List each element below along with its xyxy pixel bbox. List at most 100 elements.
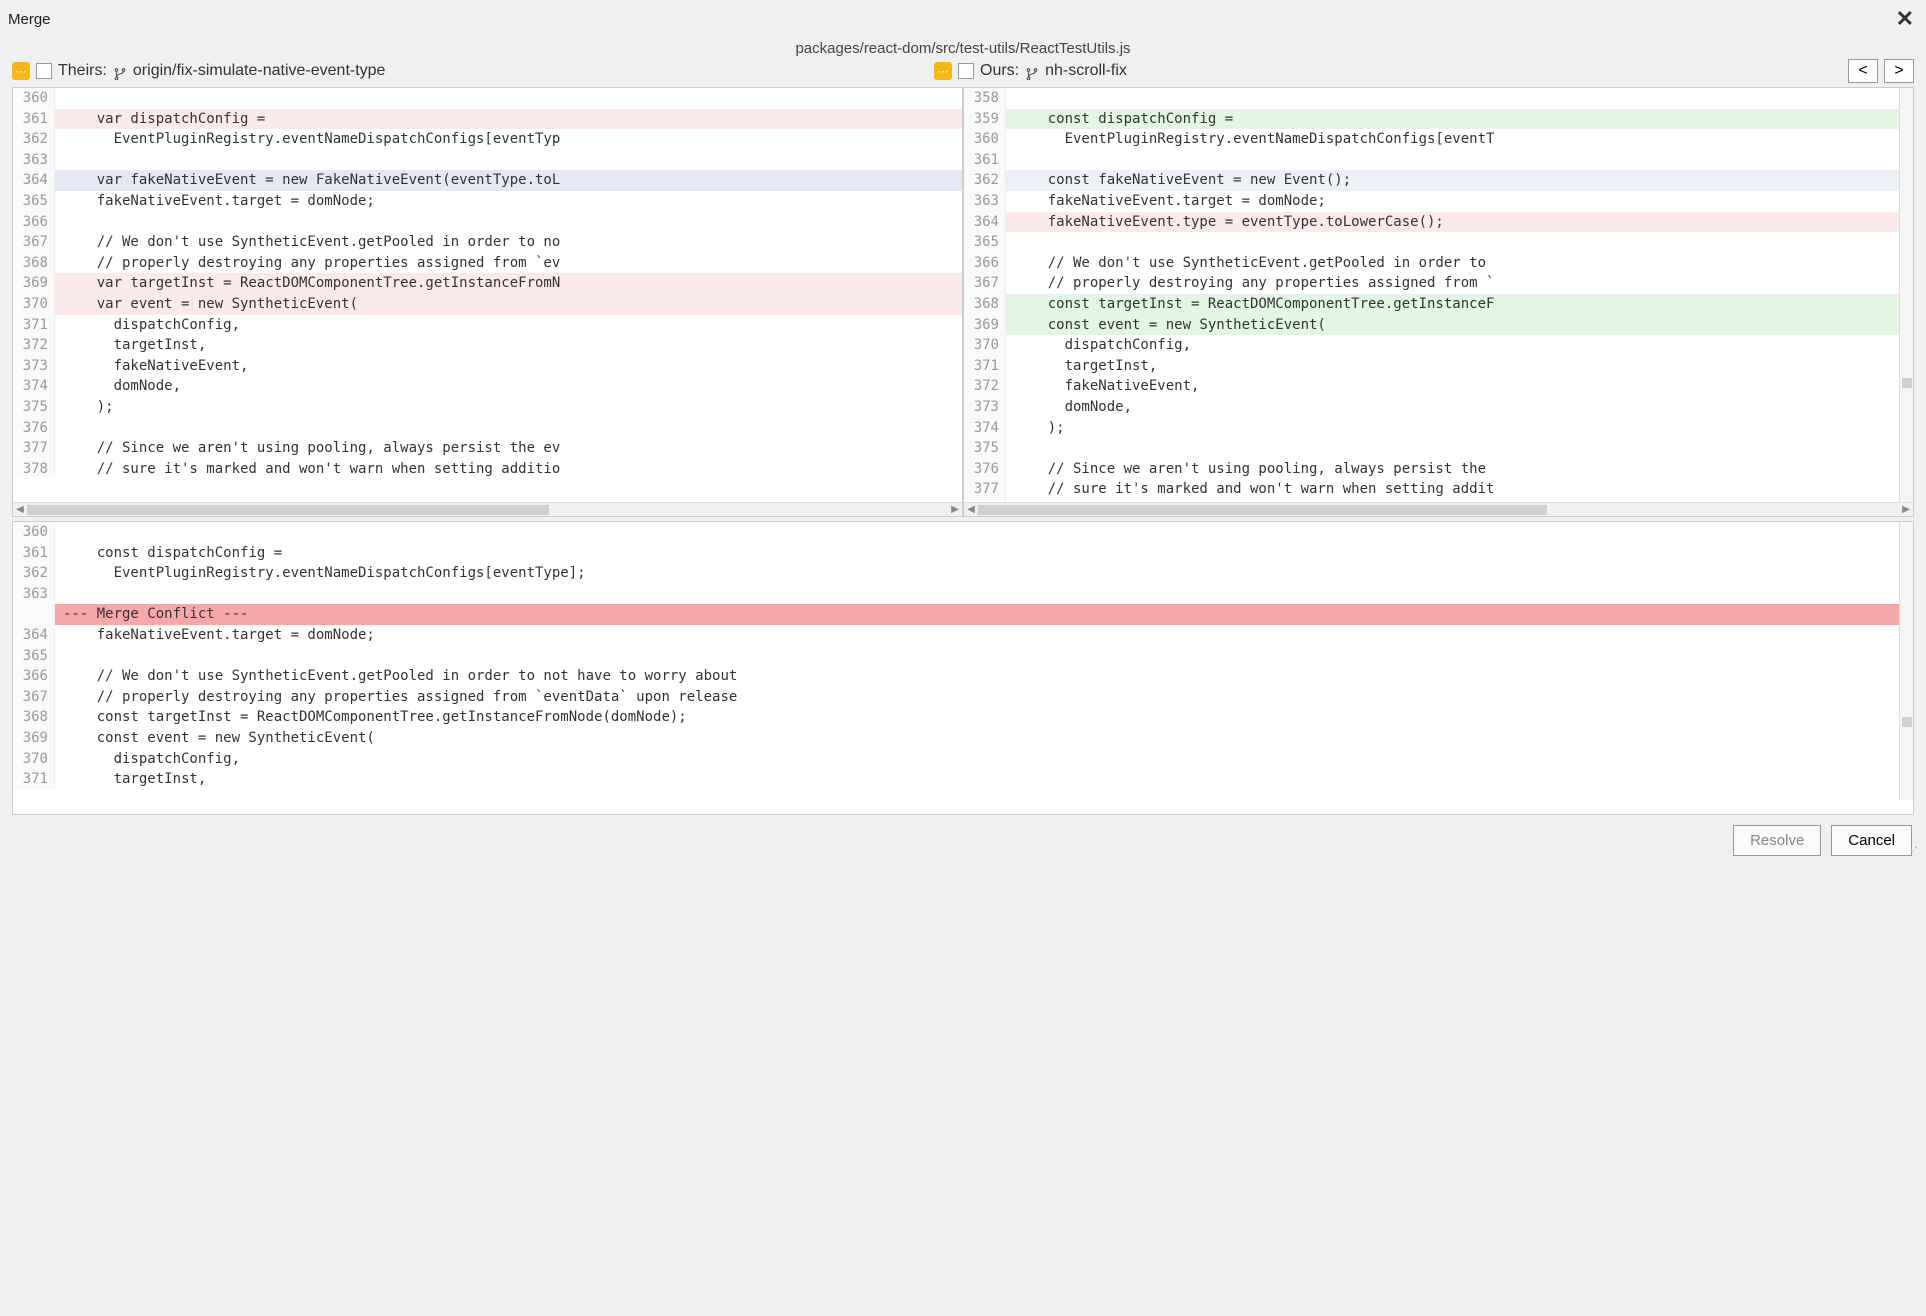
code-line[interactable]: 375 );: [13, 397, 962, 418]
code-line[interactable]: 361 var dispatchConfig =: [13, 109, 962, 130]
code-line[interactable]: 369 const event = new SyntheticEvent(: [13, 728, 1913, 749]
code-line[interactable]: 366: [13, 212, 962, 233]
code-line[interactable]: 368 const targetInst = ReactDOMComponent…: [13, 707, 1913, 728]
line-number: 363: [964, 191, 1006, 212]
code-text: // We don't use SyntheticEvent.getPooled…: [1006, 253, 1913, 274]
code-line[interactable]: 362 EventPluginRegistry.eventNameDispatc…: [13, 563, 1913, 584]
merge-vscrollbar[interactable]: [1899, 522, 1913, 800]
line-number: 370: [13, 294, 55, 315]
code-line[interactable]: 369 const event = new SyntheticEvent(: [964, 315, 1913, 336]
line-number: 358: [964, 88, 1006, 109]
code-line[interactable]: 364 fakeNativeEvent.type = eventType.toL…: [964, 212, 1913, 233]
code-line[interactable]: 371 targetInst,: [964, 356, 1913, 377]
code-line[interactable]: 371 targetInst,: [13, 769, 1913, 790]
scroll-left-icon[interactable]: ◀: [13, 503, 27, 517]
code-line[interactable]: 374 );: [964, 418, 1913, 439]
code-line[interactable]: 368 const targetInst = ReactDOMComponent…: [964, 294, 1913, 315]
cancel-button[interactable]: Cancel: [1831, 825, 1912, 856]
code-line[interactable]: 361: [964, 150, 1913, 171]
code-line[interactable]: 360 EventPluginRegistry.eventNameDispatc…: [964, 129, 1913, 150]
code-line[interactable]: 372 targetInst,: [13, 335, 962, 356]
prev-conflict-button[interactable]: <: [1848, 59, 1878, 83]
code-line[interactable]: 372 fakeNativeEvent,: [964, 376, 1913, 397]
theirs-checkbox[interactable]: [36, 63, 52, 79]
code-text: [55, 150, 962, 171]
line-number: 377: [964, 479, 1006, 500]
line-number: 373: [13, 356, 55, 377]
code-line[interactable]: 368 // properly destroying any propertie…: [13, 253, 962, 274]
line-number: 375: [13, 397, 55, 418]
line-number: 374: [13, 376, 55, 397]
code-line[interactable]: 365: [13, 646, 1913, 667]
code-line[interactable]: 362 const fakeNativeEvent = new Event();: [964, 170, 1913, 191]
code-line[interactable]: 363 fakeNativeEvent.target = domNode;: [964, 191, 1913, 212]
code-line[interactable]: 358: [964, 88, 1913, 109]
line-number: 367: [13, 232, 55, 253]
code-line[interactable]: 376: [13, 418, 962, 439]
ours-hscrollbar[interactable]: ◀ ▶: [964, 502, 1913, 516]
code-line[interactable]: 378 // sure it's marked and won't warn w…: [13, 459, 962, 480]
code-text: const event = new SyntheticEvent(: [1006, 315, 1913, 336]
code-text: [55, 522, 1913, 543]
theirs-pane[interactable]: 360361 var dispatchConfig =362 EventPlug…: [12, 87, 963, 517]
scroll-right-icon[interactable]: ▶: [948, 503, 962, 517]
resolve-button[interactable]: Resolve: [1733, 825, 1821, 856]
next-conflict-button[interactable]: >: [1884, 59, 1914, 83]
code-line[interactable]: 370 dispatchConfig,: [13, 749, 1913, 770]
code-line[interactable]: 377 // Since we aren't using pooling, al…: [13, 438, 962, 459]
scroll-left-icon[interactable]: ◀: [964, 503, 978, 517]
code-line[interactable]: 367 // properly destroying any propertie…: [964, 273, 1913, 294]
code-text: const fakeNativeEvent = new Event();: [1006, 170, 1913, 191]
code-line[interactable]: 363: [13, 584, 1913, 605]
ours-checkbox[interactable]: [958, 63, 974, 79]
code-line[interactable]: 366 // We don't use SyntheticEvent.getPo…: [964, 253, 1913, 274]
code-line[interactable]: 371 dispatchConfig,: [13, 315, 962, 336]
line-number: 360: [13, 88, 55, 109]
line-number: 371: [13, 315, 55, 336]
code-text: var fakeNativeEvent = new FakeNativeEven…: [55, 170, 962, 191]
code-line[interactable]: 370 dispatchConfig,: [964, 335, 1913, 356]
code-line[interactable]: 361 const dispatchConfig =: [13, 543, 1913, 564]
line-number: 365: [13, 646, 55, 667]
code-text: );: [55, 397, 962, 418]
code-line[interactable]: 365 fakeNativeEvent.target = domNode;: [13, 191, 962, 212]
code-line[interactable]: 367 // We don't use SyntheticEvent.getPo…: [13, 232, 962, 253]
code-line[interactable]: 367 // properly destroying any propertie…: [13, 687, 1913, 708]
diff-panes: 360361 var dispatchConfig =362 EventPlug…: [4, 87, 1922, 517]
code-line[interactable]: 369 var targetInst = ReactDOMComponentTr…: [13, 273, 962, 294]
code-text: [55, 418, 962, 439]
line-number: 365: [964, 232, 1006, 253]
ours-pane[interactable]: 358359 const dispatchConfig =360 EventPl…: [963, 87, 1914, 517]
resize-grip-icon[interactable]: ⋰: [1906, 844, 1920, 858]
code-line[interactable]: 373 fakeNativeEvent,: [13, 356, 962, 377]
code-line[interactable]: 360: [13, 522, 1913, 543]
code-line[interactable]: 364 fakeNativeEvent.target = domNode;: [13, 625, 1913, 646]
code-line[interactable]: 366 // We don't use SyntheticEvent.getPo…: [13, 666, 1913, 687]
code-line[interactable]: --- Merge Conflict ---: [13, 604, 1913, 625]
ours-vscrollbar[interactable]: [1899, 88, 1913, 502]
close-icon[interactable]: ✕: [1896, 8, 1914, 30]
code-line[interactable]: 365: [964, 232, 1913, 253]
line-number: 362: [13, 129, 55, 150]
theirs-conflict-badge[interactable]: ⋯: [12, 62, 30, 80]
code-line[interactable]: 359 const dispatchConfig =: [964, 109, 1913, 130]
merge-result-pane[interactable]: 360361 const dispatchConfig =362 EventPl…: [12, 521, 1914, 815]
code-text: const targetInst = ReactDOMComponentTree…: [55, 707, 1913, 728]
line-number: 368: [13, 707, 55, 728]
scroll-right-icon[interactable]: ▶: [1899, 503, 1913, 517]
ours-conflict-badge[interactable]: ⋯: [934, 62, 952, 80]
code-text: fakeNativeEvent.type = eventType.toLower…: [1006, 212, 1913, 233]
code-line[interactable]: 375: [964, 438, 1913, 459]
code-line[interactable]: 376 // Since we aren't using pooling, al…: [964, 459, 1913, 480]
code-line[interactable]: 362 EventPluginRegistry.eventNameDispatc…: [13, 129, 962, 150]
line-number: 371: [964, 356, 1006, 377]
code-line[interactable]: 374 domNode,: [13, 376, 962, 397]
code-line[interactable]: 364 var fakeNativeEvent = new FakeNative…: [13, 170, 962, 191]
theirs-hscrollbar[interactable]: ◀ ▶: [13, 502, 962, 516]
code-line[interactable]: 373 domNode,: [964, 397, 1913, 418]
code-line[interactable]: 377 // sure it's marked and won't warn w…: [964, 479, 1913, 500]
code-line[interactable]: 363: [13, 150, 962, 171]
code-line[interactable]: 360: [13, 88, 962, 109]
code-line[interactable]: 370 var event = new SyntheticEvent(: [13, 294, 962, 315]
line-number: 364: [13, 170, 55, 191]
